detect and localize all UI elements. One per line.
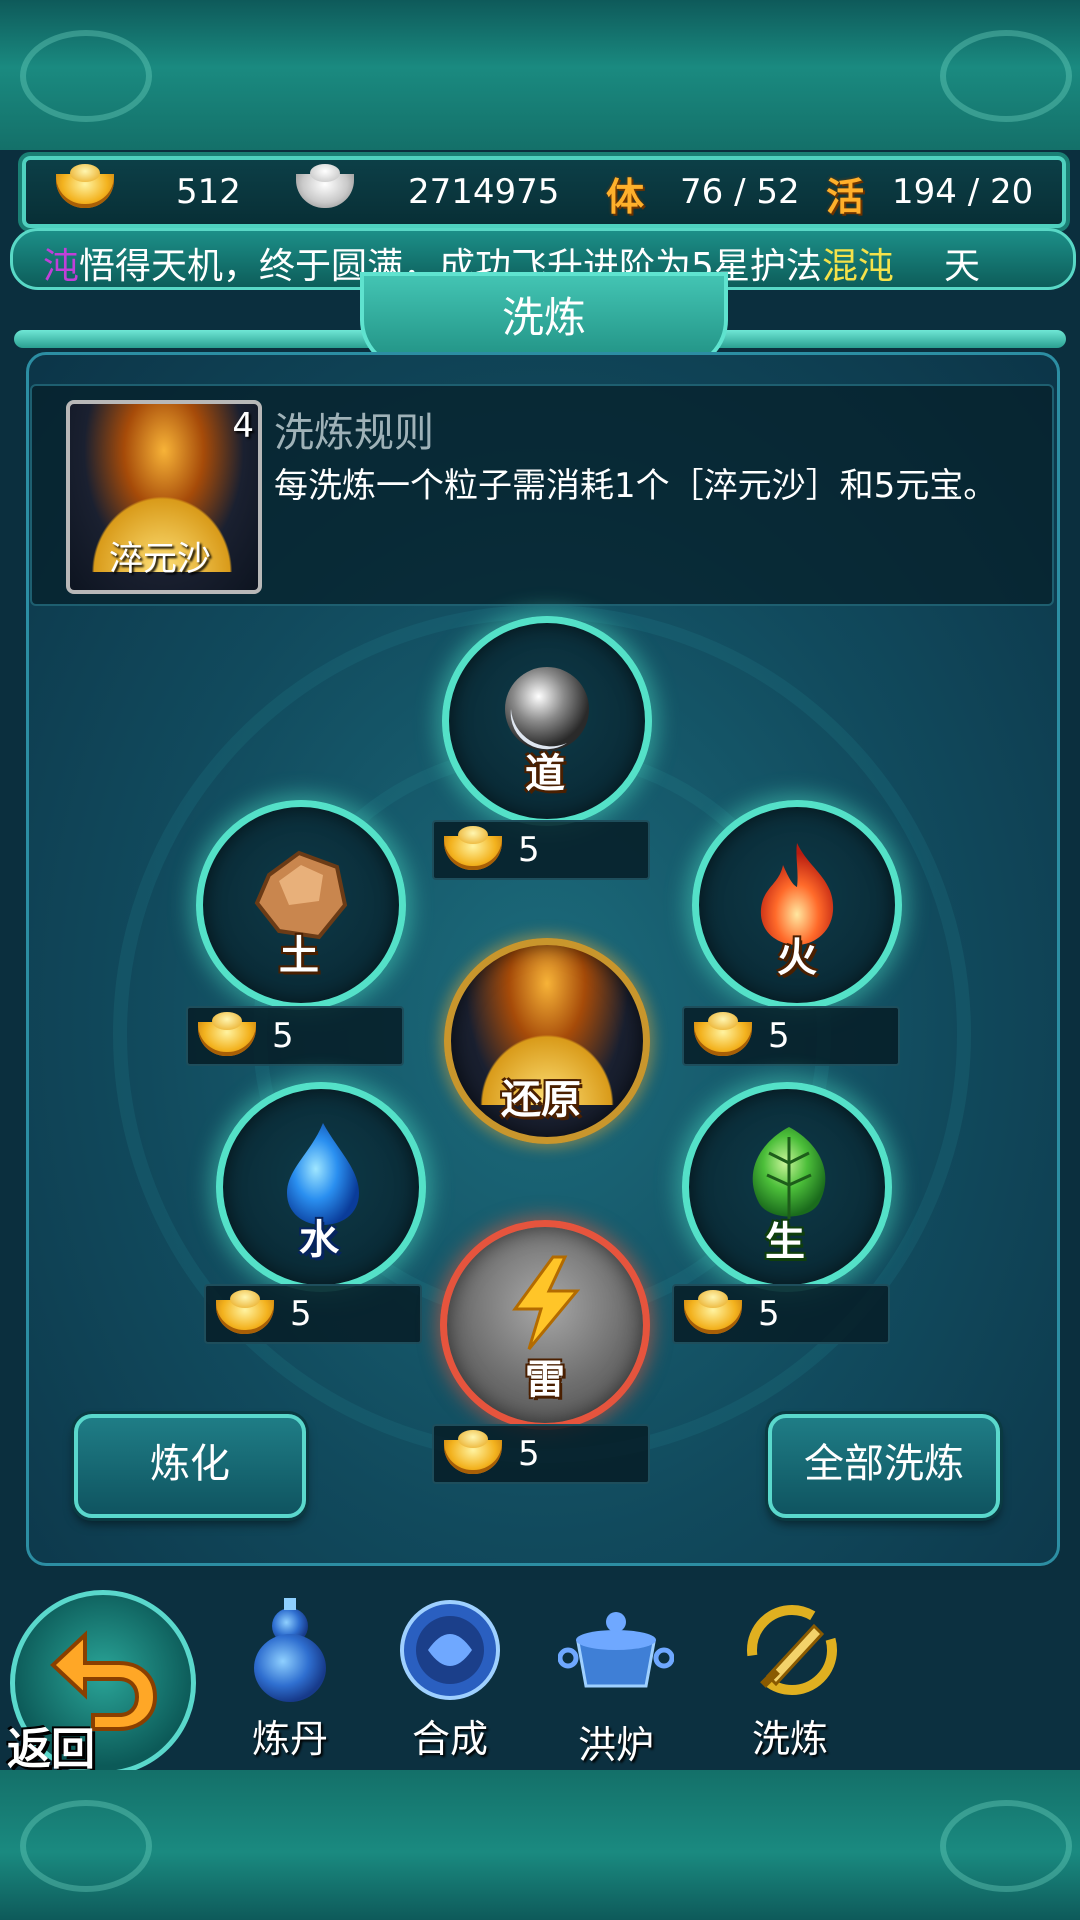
rule-description: 每洗炼一个粒子需消耗1个［淬元沙］和5元宝。 — [274, 466, 998, 506]
item-name: 淬元沙 — [109, 539, 211, 579]
gold-ingot-icon — [694, 1012, 752, 1056]
cost-value: 5 — [518, 830, 540, 870]
particle-shui[interactable]: 水 — [216, 1082, 426, 1292]
particle-label: 水 — [299, 1217, 339, 1263]
nav-item-hecheng[interactable]: 合成 — [370, 1590, 530, 1770]
cost-value: 5 — [290, 1294, 312, 1334]
particle-huo[interactable]: 火 — [692, 800, 902, 1010]
resource-bar: 512 2714975 体 76 / 52 活 194 / 20 — [22, 156, 1066, 228]
nav-item-xilian[interactable]: 洗炼 — [710, 1590, 870, 1770]
nav-label: 洗炼 — [751, 1717, 828, 1761]
cauldron-icon — [558, 1612, 674, 1688]
nav-label: 炼丹 — [251, 1717, 328, 1761]
item-slot-cuiyuansha[interactable]: 4 淬元沙 — [66, 400, 262, 594]
refine-all-button[interactable]: 全部洗炼 — [768, 1414, 1000, 1518]
item-count: 4 — [232, 406, 254, 446]
title-rail-right — [686, 330, 1066, 348]
particle-dao[interactable]: 道 — [442, 616, 652, 826]
particle-label: 土 — [279, 933, 319, 979]
cloud-ornament — [20, 1800, 152, 1892]
particle-label: 雷 — [525, 1357, 565, 1403]
restore-button[interactable]: 还原 — [444, 938, 650, 1144]
silver-ingot-icon — [296, 164, 354, 208]
gold-amount: 512 — [176, 172, 241, 212]
gold-ingot-icon — [56, 164, 114, 208]
gold-ingot-icon — [216, 1290, 274, 1334]
stamina-icon: 体 — [606, 175, 645, 219]
gold-ingot-icon — [684, 1290, 742, 1334]
particle-label: 道 — [525, 751, 565, 797]
rule-title: 洗炼规则 — [274, 410, 434, 456]
cloud-ornament — [940, 1800, 1072, 1892]
nav-item-honglu[interactable]: 洪炉 — [536, 1590, 696, 1770]
cost-value: 5 — [518, 1434, 540, 1474]
nav-label: 洪炉 — [577, 1723, 654, 1767]
vitality-value: 194 / 20 — [892, 172, 1034, 212]
marquee-highlight: 混沌 — [821, 246, 894, 287]
cost-shui: 5 — [204, 1284, 422, 1344]
back-label: 返回 — [7, 1724, 95, 1775]
title-rail-left — [14, 330, 394, 348]
cost-dao: 5 — [432, 820, 650, 880]
silver-amount: 2714975 — [408, 172, 560, 212]
cost-sheng: 5 — [672, 1284, 890, 1344]
nav-label: 合成 — [411, 1717, 488, 1761]
page-title: 洗炼 — [501, 293, 586, 342]
cost-huo: 5 — [682, 1006, 900, 1066]
top-decor-band — [0, 0, 1080, 150]
cost-value: 5 — [272, 1016, 294, 1056]
cost-lei: 5 — [432, 1424, 650, 1484]
restore-label: 还原 — [501, 1077, 581, 1123]
bottom-decor-band — [0, 1770, 1080, 1920]
back-button[interactable]: 返回 — [7, 1590, 196, 1776]
stamina-value: 76 / 52 — [680, 172, 800, 212]
vitality-icon: 活 — [826, 175, 865, 219]
refine-sword-icon — [747, 1605, 837, 1695]
cloud-ornament — [940, 30, 1072, 122]
cost-value: 5 — [758, 1294, 780, 1334]
cost-tu: 5 — [186, 1006, 404, 1066]
gold-ingot-icon — [444, 826, 502, 870]
nav-item-liandan[interactable]: 炼丹 — [210, 1590, 370, 1770]
gourd-icon — [254, 1598, 326, 1702]
cloud-ornament — [20, 30, 152, 122]
marquee-suffix: 天 — [943, 246, 980, 287]
lightning-icon — [512, 1255, 581, 1350]
particle-label: 火 — [777, 935, 817, 981]
gold-ingot-icon — [198, 1012, 256, 1056]
refine-button[interactable]: 炼化 — [74, 1414, 306, 1518]
particle-label: 生 — [765, 1219, 805, 1265]
merge-emblem-icon — [400, 1600, 500, 1700]
particle-sheng[interactable]: 生 — [682, 1082, 892, 1292]
particle-tu[interactable]: 土 — [196, 800, 406, 1010]
particle-lei[interactable]: 雷 — [440, 1220, 650, 1430]
cost-value: 5 — [768, 1016, 790, 1056]
gold-ingot-icon — [444, 1430, 502, 1474]
marquee-prefix: 沌 — [43, 246, 80, 287]
